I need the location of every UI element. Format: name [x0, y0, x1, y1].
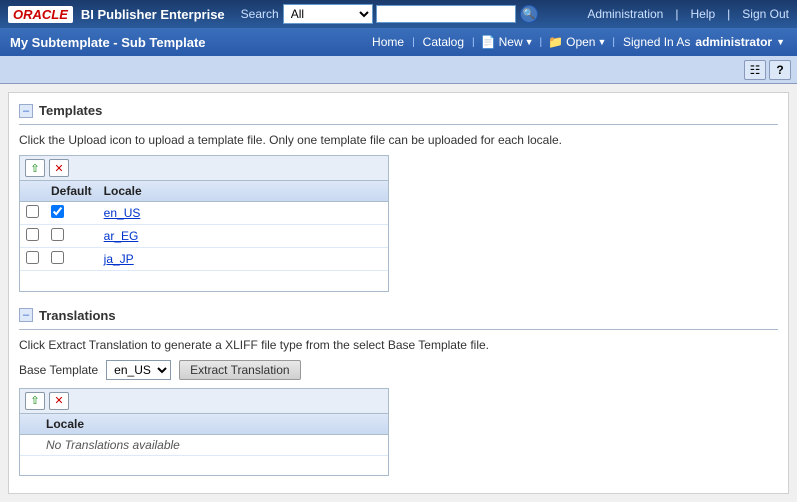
- base-template-row: Base Template en_US ar_EG ja_JP Extract …: [19, 360, 778, 380]
- main-content: – Templates Click the Upload icon to upl…: [8, 92, 789, 494]
- row3-locale-link[interactable]: ja_JP: [104, 252, 134, 266]
- base-template-label: Base Template: [19, 363, 98, 377]
- templates-divider: [19, 124, 778, 125]
- col-default: Default: [45, 181, 98, 202]
- row2-checkbox[interactable]: [26, 228, 39, 241]
- templates-description: Click the Upload icon to upload a templa…: [19, 133, 778, 147]
- layout-button[interactable]: ☷: [744, 60, 766, 80]
- navbar: My Subtemplate - Sub Template Home | Cat…: [0, 28, 797, 56]
- new-dropdown[interactable]: 📄 New ▼: [475, 28, 540, 56]
- templates-upload-button[interactable]: ⇧: [25, 159, 45, 177]
- row3-checkbox[interactable]: [26, 251, 39, 264]
- translations-delete-button[interactable]: ✕: [49, 392, 69, 410]
- open-label: Open: [566, 35, 595, 49]
- templates-table: Default Locale en_US ar_EG: [20, 181, 388, 291]
- templates-table-container: ⇧ ✕ Default Locale en_US: [19, 155, 389, 292]
- translations-section-header: – Translations: [19, 308, 778, 323]
- link-separator: |: [675, 7, 678, 21]
- row1-checkbox[interactable]: [26, 205, 39, 218]
- user-arrow-icon: ▼: [776, 37, 785, 47]
- row2-default-checkbox[interactable]: [51, 228, 64, 241]
- search-label: Search: [241, 7, 279, 21]
- translations-table-toolbar: ⇧ ✕: [20, 389, 388, 414]
- col-locale: Locale: [98, 181, 388, 202]
- top-links: Administration | Help | Sign Out: [587, 7, 789, 21]
- folder-icon: 📁: [548, 35, 563, 49]
- templates-table-toolbar: ⇧ ✕: [20, 156, 388, 181]
- templates-section-header: – Templates: [19, 103, 778, 118]
- topbar: ORACLE BI Publisher Enterprise Search Al…: [0, 0, 797, 28]
- open-arrow-icon: ▼: [597, 37, 606, 47]
- table-row-empty2: [20, 455, 388, 475]
- translations-table: Locale No Translations available: [20, 414, 388, 476]
- row1-locale-link[interactable]: en_US: [104, 206, 141, 220]
- home-link[interactable]: Home: [364, 28, 412, 56]
- help-link[interactable]: Help: [690, 7, 715, 21]
- app-title: BI Publisher Enterprise: [81, 7, 225, 22]
- open-dropdown[interactable]: 📁 Open ▼: [542, 28, 612, 56]
- row1-default-checkbox[interactable]: [51, 205, 64, 218]
- search-button[interactable]: 🔍: [520, 5, 538, 23]
- nav-links: Home | Catalog | 📄 New ▼ | 📁 Open ▼ | Si…: [364, 28, 793, 56]
- table-row: en_US: [20, 202, 388, 225]
- username-label: administrator: [695, 35, 772, 49]
- new-arrow-icon: ▼: [525, 37, 534, 47]
- no-data-row: No Translations available: [20, 434, 388, 455]
- templates-delete-button[interactable]: ✕: [49, 159, 69, 177]
- no-translations-text: No Translations available: [40, 434, 388, 455]
- extract-translation-button[interactable]: Extract Translation: [179, 360, 300, 380]
- signout-link[interactable]: Sign Out: [742, 7, 789, 21]
- new-icon: 📄: [481, 35, 496, 49]
- table-row: ja_JP: [20, 248, 388, 271]
- translations-upload-button[interactable]: ⇧: [25, 392, 45, 410]
- translations-description: Click Extract Translation to generate a …: [19, 338, 778, 352]
- table-row-empty: [20, 271, 388, 291]
- trans-col-locale: Locale: [40, 414, 388, 435]
- help-button[interactable]: ?: [769, 60, 791, 80]
- new-label: New: [499, 35, 523, 49]
- translations-divider: [19, 329, 778, 330]
- link-separator2: |: [727, 7, 730, 21]
- oracle-logo: ORACLE: [8, 6, 73, 23]
- table-row: ar_EG: [20, 225, 388, 248]
- translations-table-container: ⇧ ✕ Locale No Translations available: [19, 388, 389, 477]
- base-template-select[interactable]: en_US ar_EG ja_JP: [106, 360, 171, 380]
- row2-locale-link[interactable]: ar_EG: [104, 229, 139, 243]
- toolbar-bar: ☷ ?: [0, 56, 797, 84]
- administration-link[interactable]: Administration: [587, 7, 663, 21]
- signed-in-label: Signed In As: [623, 35, 690, 49]
- templates-toggle[interactable]: –: [19, 104, 33, 118]
- trans-col-select: [20, 414, 40, 435]
- page-title: My Subtemplate - Sub Template: [10, 35, 364, 50]
- catalog-link[interactable]: Catalog: [415, 28, 472, 56]
- row3-default-checkbox[interactable]: [51, 251, 64, 264]
- col-select: [20, 181, 45, 202]
- search-input[interactable]: [376, 5, 516, 23]
- signed-in-block: Signed In As administrator ▼: [615, 31, 793, 53]
- translations-title: Translations: [39, 308, 116, 323]
- translations-toggle[interactable]: –: [19, 308, 33, 322]
- templates-title: Templates: [39, 103, 102, 118]
- search-scope-select[interactable]: All: [283, 4, 373, 24]
